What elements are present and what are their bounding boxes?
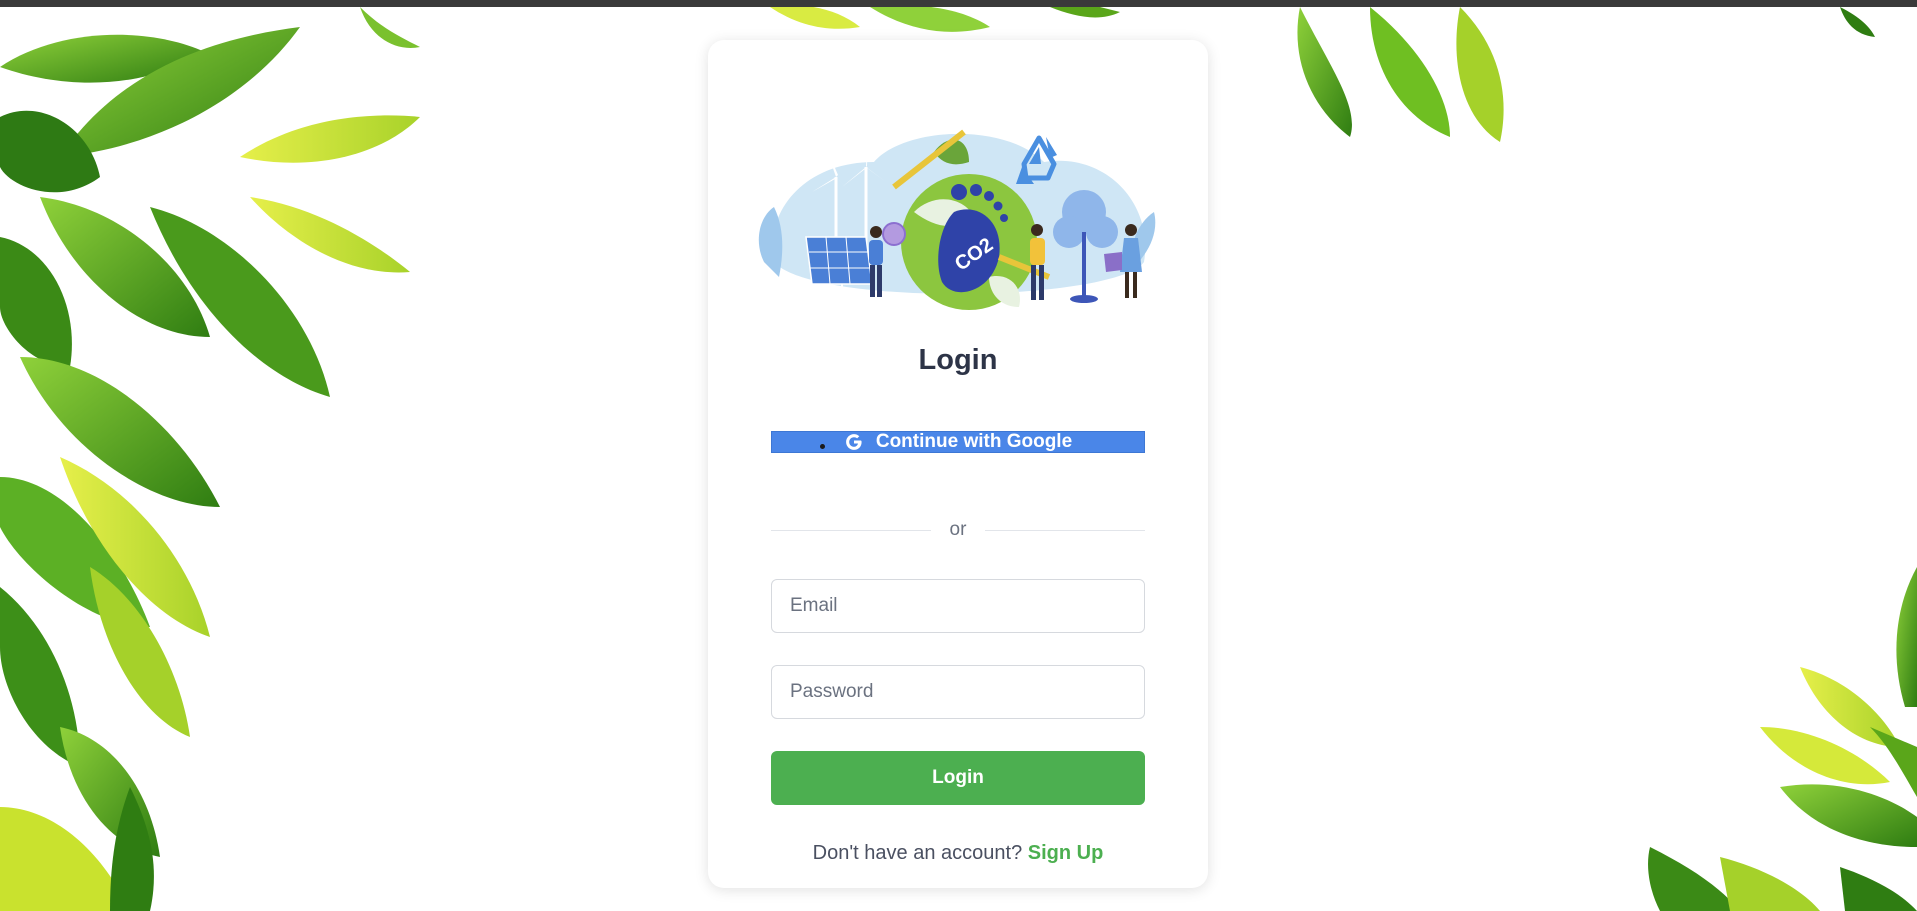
google-button-label: Continue with Google: [875, 431, 1073, 452]
password-field[interactable]: [771, 665, 1145, 719]
leaf-cluster-left: [0, 7, 420, 911]
focus-dot: [820, 444, 825, 449]
divider-line-right: [985, 530, 1145, 531]
login-card: CO2 Login Continue with Google or Email …: [708, 40, 1208, 888]
leaf-cluster-bottom-right: [1648, 567, 1917, 911]
login-title: Login: [918, 344, 998, 376]
or-divider: or: [771, 515, 1145, 545]
login-submit-button[interactable]: Login: [771, 751, 1145, 805]
email-field[interactable]: [771, 579, 1145, 633]
browser-top-bar: [0, 0, 1917, 7]
solar-panel-icon: [805, 236, 873, 302]
signup-prompt: Don't have an account?: [812, 842, 1023, 864]
eco-illustration: CO2: [758, 128, 1156, 310]
signup-row: Don't have an account? Sign Up: [708, 842, 1208, 865]
signup-link[interactable]: Sign Up: [1028, 842, 1104, 864]
google-login-button[interactable]: Continue with Google: [771, 431, 1145, 453]
google-g-icon: [845, 434, 862, 450]
